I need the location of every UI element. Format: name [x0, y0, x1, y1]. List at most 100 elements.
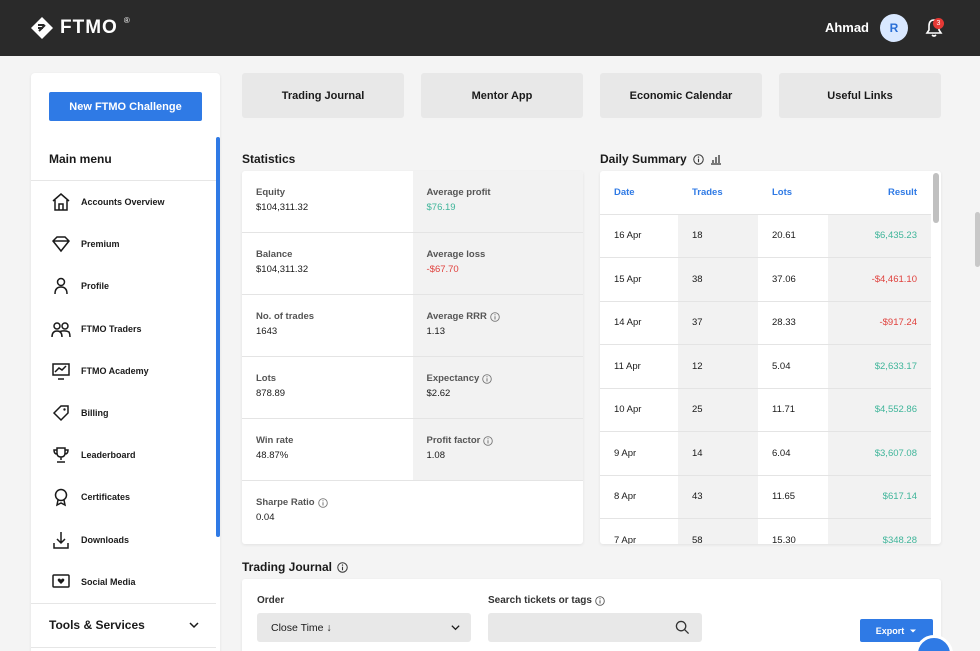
main-menu-title: Main menu [49, 152, 112, 166]
cell-lots: 37.06 [758, 257, 828, 302]
column-header-result[interactable]: Result [828, 171, 931, 215]
sidebar-item-label: Billing [81, 408, 109, 419]
stat-label-row: Expectancy [427, 373, 584, 384]
top-bar: FTMO ® Ahmad R 3 [0, 0, 980, 56]
cell-result: -$917.24 [828, 301, 931, 345]
stat-label: Win rate [256, 435, 294, 446]
table-row[interactable]: 8 Apr 43 11.65 $617.14 [600, 475, 931, 519]
sidebar-item-downloads[interactable]: Downloads [31, 519, 216, 561]
cell-result: $2,633.17 [828, 344, 931, 389]
info-icon[interactable] [337, 561, 348, 573]
cell-lots: 11.71 [758, 388, 828, 432]
trading-journal-title: Trading Journal [242, 560, 333, 574]
search-icon[interactable] [675, 620, 690, 635]
search-tickets-input[interactable] [488, 613, 702, 642]
info-icon[interactable] [595, 595, 605, 606]
sidebar-item-premium[interactable]: Premium [31, 223, 216, 265]
cell-date: 8 Apr [600, 475, 678, 519]
cell-trades: 58 [678, 518, 758, 544]
column-header-lots[interactable]: Lots [758, 171, 828, 215]
stat-average-profit: Average profit $76.19 [412, 171, 583, 233]
trading-journal-card: Order Close Time ↓ Search tickets or tag… [242, 579, 941, 651]
column-header-date[interactable]: Date [600, 171, 678, 215]
table-row[interactable]: 10 Apr 25 11.71 $4,552.86 [600, 388, 931, 432]
order-select[interactable]: Close Time ↓ [257, 613, 471, 642]
sidebar-item-accounts-overview[interactable]: Accounts Overview [31, 181, 216, 223]
search-label-row: Search tickets or tags [488, 595, 605, 606]
stat-label: Balance [256, 249, 293, 260]
table-header-row: Date Trades Lots Result [600, 171, 931, 215]
stat-value: 48.87% [256, 450, 289, 461]
sidebar-scrollbar[interactable] [216, 137, 220, 537]
new-challenge-button[interactable]: New FTMO Challenge [49, 92, 202, 121]
badge-icon [54, 489, 68, 507]
stat-value: 1.13 [426, 326, 446, 337]
cell-date: 10 Apr [600, 388, 678, 432]
avatar[interactable]: R [880, 14, 908, 42]
stat-equity: Equity $104,311.32 [242, 171, 413, 233]
tab-useful-links[interactable]: Useful Links [779, 73, 941, 118]
sidebar-item-billing[interactable]: Billing [31, 392, 216, 434]
user-name[interactable]: Ahmad [825, 20, 869, 35]
stat-label: Lots [256, 373, 277, 384]
table-row[interactable]: 16 Apr 18 20.61 $6,435.23 [600, 214, 931, 258]
daily-summary-header: Daily Summary [600, 152, 722, 166]
cell-trades: 14 [678, 431, 758, 476]
sidebar-item-profile[interactable]: Profile [31, 265, 216, 307]
diamond-icon [51, 236, 71, 253]
table-row[interactable]: 7 Apr 58 15.30 $348.28 [600, 518, 931, 544]
tab-mentor-app[interactable]: Mentor App [421, 73, 583, 118]
sidebar-item-label: FTMO Traders [81, 323, 142, 334]
cell-date: 16 Apr [600, 214, 678, 258]
cell-date: 14 Apr [600, 301, 678, 345]
people-icon [51, 321, 71, 337]
stat-value: 1643 [256, 326, 278, 337]
info-icon[interactable] [317, 497, 328, 508]
stat-win-rate: Win rate 48.87% [242, 419, 413, 481]
sidebar-item-social-media[interactable]: Social Media [31, 561, 216, 603]
cell-lots: 11.65 [758, 475, 828, 519]
cell-date: 7 Apr [600, 518, 678, 544]
cell-trades: 12 [678, 344, 758, 389]
notification-badge: 3 [933, 18, 944, 29]
info-icon[interactable] [483, 435, 494, 446]
ftmo-logo[interactable]: FTMO ® [30, 16, 130, 40]
registered-mark: ® [123, 15, 130, 25]
sidebar-item-label: Social Media [81, 576, 136, 587]
tab-economic-calendar[interactable]: Economic Calendar [600, 73, 762, 118]
daily-summary-scrollbar[interactable] [933, 173, 939, 223]
stat-label-row: Profit factor [427, 435, 584, 446]
stat-value: 0.04 [256, 512, 275, 523]
cell-date: 15 Apr [600, 257, 678, 302]
table-row[interactable]: 9 Apr 14 6.04 $3,607.08 [600, 431, 931, 476]
cell-lots: 15.30 [758, 518, 828, 544]
table-row[interactable]: 11 Apr 12 5.04 $2,633.17 [600, 344, 931, 389]
heart-screen-icon [52, 574, 70, 588]
info-icon[interactable] [692, 153, 704, 165]
main-menu: Accounts Overview Premium Profile FTMO T… [31, 181, 216, 603]
stat-label-row: Average RRR [427, 311, 584, 322]
sidebar-item-leaderboard[interactable]: Leaderboard [31, 434, 216, 476]
tab-trading-journal[interactable]: Trading Journal [242, 73, 404, 118]
chevron-down-icon[interactable] [188, 619, 200, 631]
stat-label: Sharpe Ratio [256, 497, 315, 508]
cell-lots: 6.04 [758, 431, 828, 476]
table-row[interactable]: 14 Apr 37 28.33 -$917.24 [600, 301, 931, 345]
stat-label: Equity [256, 187, 286, 198]
info-icon[interactable] [490, 311, 500, 322]
sidebar-item-ftmo-traders[interactable]: FTMO Traders [31, 308, 216, 350]
cell-result: $4,552.86 [828, 388, 931, 432]
page-scrollbar[interactable] [975, 212, 980, 267]
sidebar-item-ftmo-academy[interactable]: FTMO Academy [31, 350, 216, 392]
stat-sharpe-ratio: Sharpe Ratio 0.04 [242, 481, 583, 543]
stat-value: $2.62 [426, 388, 451, 399]
sidebar-item-certificates[interactable]: Certificates [31, 476, 216, 518]
tools-services-title[interactable]: Tools & Services [49, 618, 145, 632]
info-icon[interactable] [482, 373, 493, 384]
column-header-trades[interactable]: Trades [678, 171, 758, 215]
stat-expectancy: Expectancy $2.62 [412, 357, 584, 419]
table-row[interactable]: 15 Apr 38 37.06 -$4,461.10 [600, 257, 931, 302]
cell-result: -$4,461.10 [828, 257, 931, 302]
bar-chart-icon[interactable] [710, 153, 722, 165]
sidebar-item-label: Leaderboard [81, 450, 136, 461]
